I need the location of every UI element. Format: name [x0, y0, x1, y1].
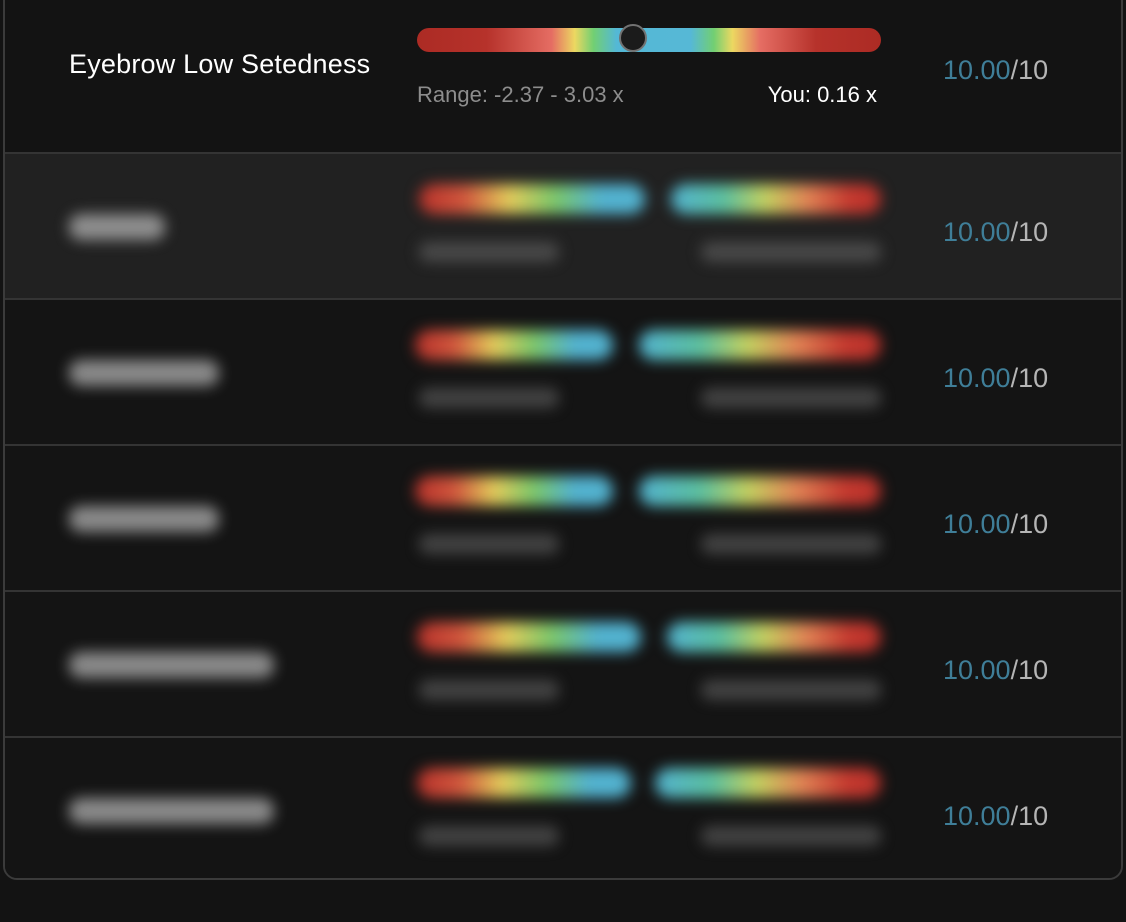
score-value: 10.00 [943, 509, 1011, 539]
blurred-you-text [701, 826, 881, 846]
blurred-range-text [419, 388, 559, 408]
blurred-label [69, 798, 274, 824]
blurred-bar-right [655, 768, 881, 798]
metric-row-blurred[interactable]: 10.00/10 [5, 736, 1121, 878]
blurred-you-text [701, 242, 881, 262]
blurred-bar-right [671, 184, 881, 214]
blurred-you-text [701, 680, 881, 700]
score-value: 10.00 [943, 801, 1011, 831]
score-value: 10.00 [943, 55, 1011, 85]
metric-row[interactable]: Eyebrow Low Setedness Range: -2.37 - 3.0… [5, 0, 1121, 136]
score-max: /10 [1010, 801, 1049, 831]
score: 10.00/10 [943, 801, 1048, 832]
score-value: 10.00 [943, 655, 1011, 685]
blurred-you-text [701, 388, 881, 408]
metric-row-blurred[interactable]: 10.00/10 [5, 444, 1121, 590]
score: 10.00/10 [943, 509, 1048, 540]
blurred-you-text [701, 534, 881, 554]
range-slider[interactable] [417, 24, 881, 52]
score-value: 10.00 [943, 217, 1011, 247]
score-max: /10 [1010, 655, 1049, 685]
score-max: /10 [1010, 217, 1049, 247]
metric-row-blurred[interactable]: 10.00/10 [5, 298, 1121, 444]
blurred-bar-left [417, 622, 641, 652]
metric-label: Eyebrow Low Setedness [69, 49, 371, 79]
blurred-label [69, 360, 219, 386]
blurred-range-text [419, 534, 559, 554]
score: 10.00/10 [943, 363, 1048, 394]
blurred-range-text [419, 680, 559, 700]
blurred-range-text [419, 242, 559, 262]
score-max: /10 [1010, 55, 1049, 85]
blurred-label [69, 652, 274, 678]
blurred-bar-right [667, 622, 881, 652]
range-text: Range: -2.37 - 3.03 x [417, 82, 624, 107]
metric-row-blurred[interactable]: 10.00/10 [5, 590, 1121, 736]
score-max: /10 [1010, 509, 1049, 539]
blurred-label [69, 506, 219, 532]
blurred-range-text [419, 826, 559, 846]
metric-row-blurred[interactable]: 10.00/10 [5, 152, 1121, 298]
score: 10.00/10 [943, 655, 1048, 686]
score: 10.00/10 [943, 217, 1048, 248]
blurred-bar-left [415, 476, 613, 506]
blurred-bar-left [419, 184, 645, 214]
blurred-label [69, 214, 165, 240]
metrics-panel: Eyebrow Low Setedness Range: -2.37 - 3.0… [3, 0, 1123, 880]
blurred-bar-right [639, 330, 881, 360]
blurred-bar-left [415, 330, 613, 360]
blurred-bar-left [417, 768, 631, 798]
score-value: 10.00 [943, 363, 1011, 393]
you-value-text: You: 0.16 x [767, 82, 877, 107]
score: 10.00/10 [943, 55, 1048, 86]
blurred-bar-right [639, 476, 881, 506]
slider-knob[interactable] [619, 24, 648, 52]
score-max: /10 [1010, 363, 1049, 393]
